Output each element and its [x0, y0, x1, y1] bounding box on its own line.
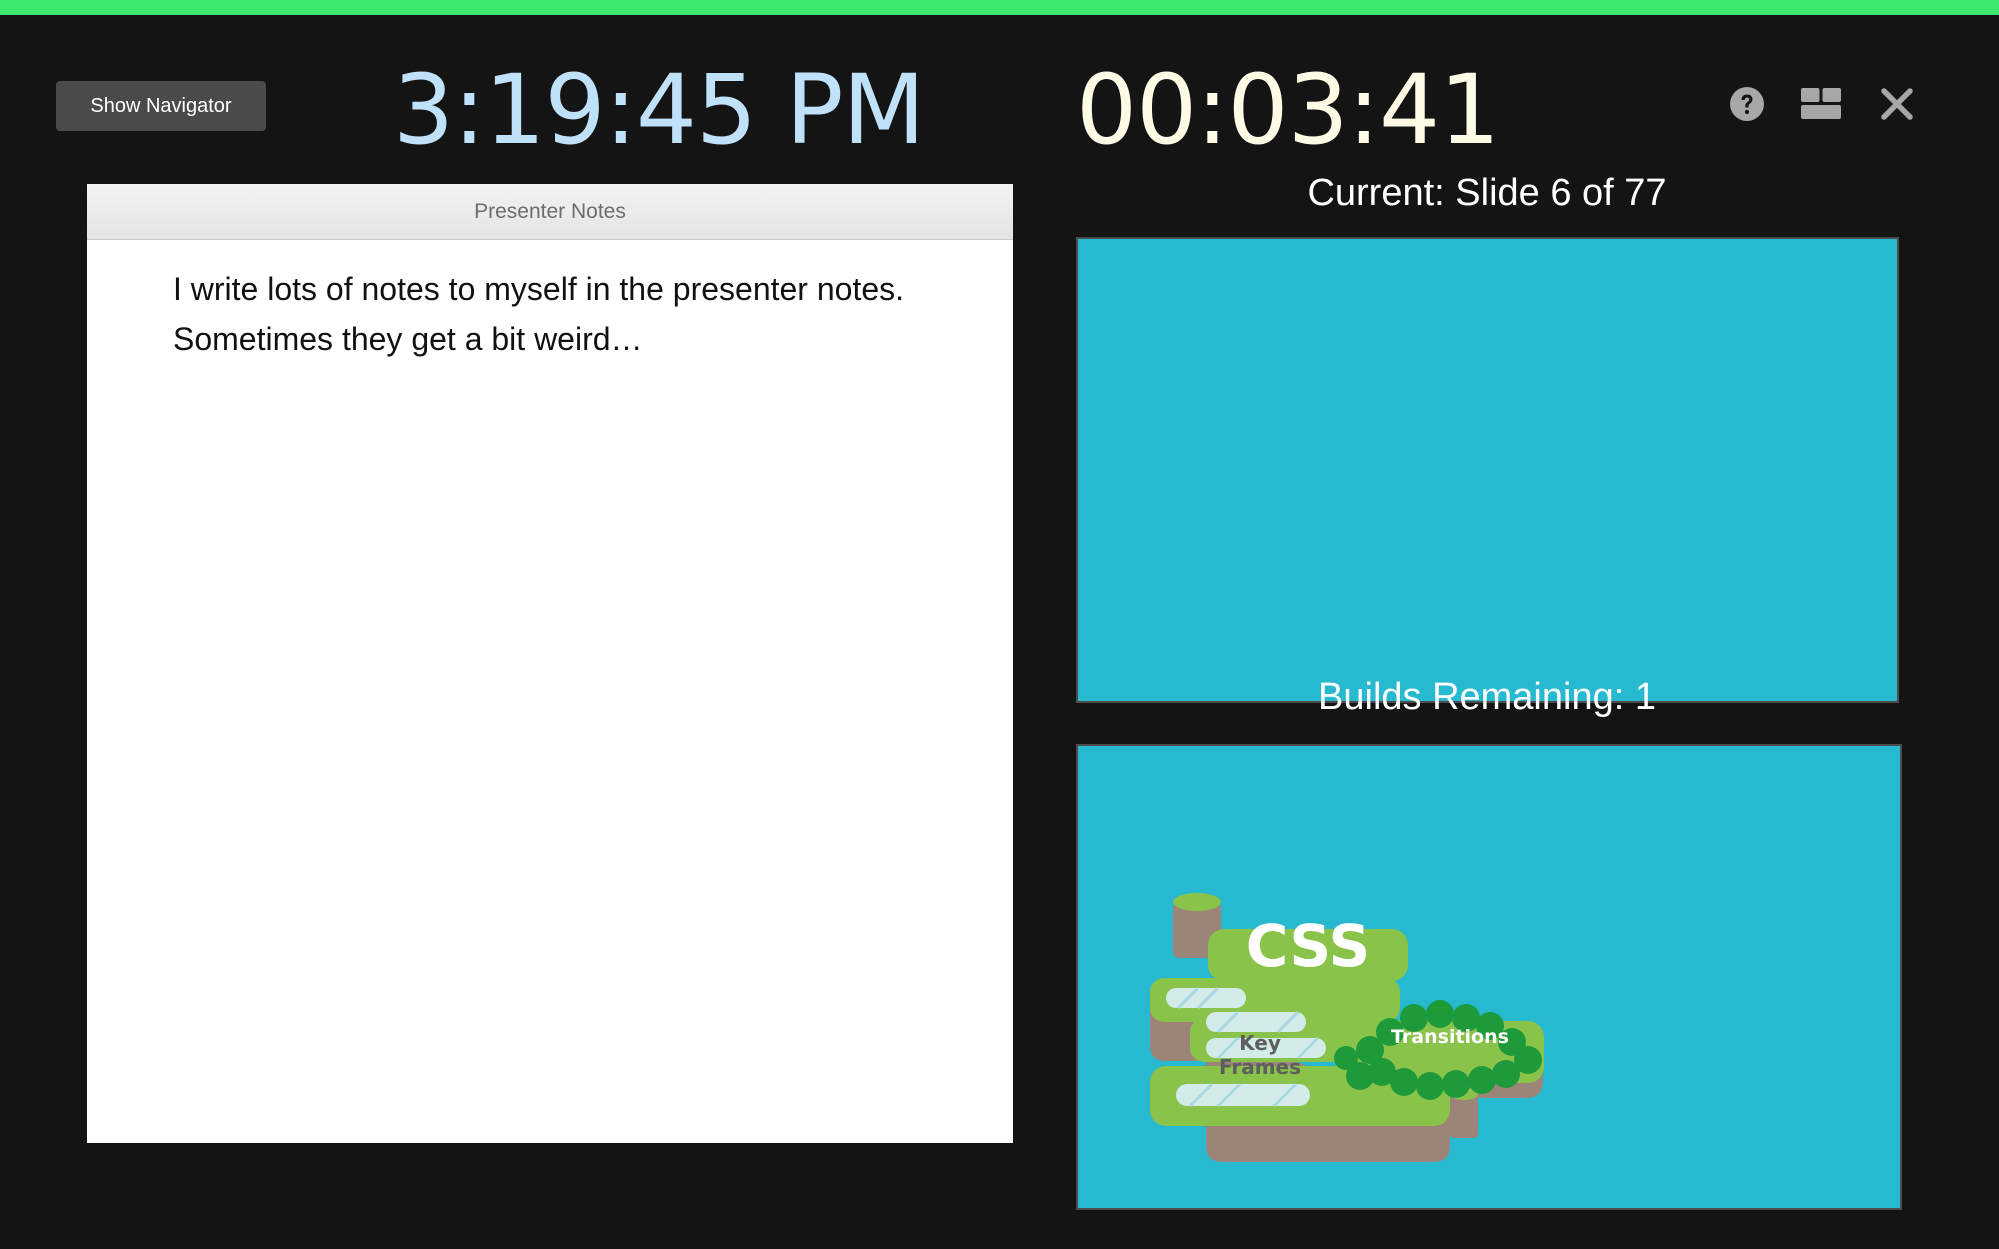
css-island-illustration: CSS Key Frames Transitions — [1150, 893, 1544, 1162]
key-frames-label-line2: Frames — [1219, 1055, 1301, 1079]
presenter-notes-panel: Presenter Notes I write lots of notes to… — [87, 184, 1013, 1143]
current-time: 3:19:45 PM — [393, 54, 925, 166]
transitions-label: Transitions — [1391, 1026, 1509, 1048]
next-slide-preview: CSS Key Frames Transitions — [1076, 744, 1902, 1210]
presenter-notes-header: Presenter Notes — [87, 184, 1013, 240]
builds-remaining-label: Builds Remaining: 1 — [1318, 676, 1656, 718]
show-navigator-button[interactable]: Show Navigator — [56, 81, 266, 131]
help-icon[interactable] — [1727, 84, 1767, 124]
current-slide-label: Current: Slide 6 of 77 — [1307, 172, 1667, 214]
layout-icon[interactable] — [1801, 84, 1841, 124]
presenter-notes-text[interactable]: I write lots of notes to myself in the p… — [87, 240, 1013, 388]
css-title-text: CSS — [1246, 912, 1371, 980]
top-status-bar — [0, 0, 1999, 15]
key-frames-label-line1: Key — [1239, 1031, 1281, 1055]
elapsed-timer[interactable]: 00:03:41 — [1076, 50, 1500, 170]
current-slide-preview — [1076, 237, 1899, 703]
close-icon[interactable] — [1877, 84, 1917, 124]
